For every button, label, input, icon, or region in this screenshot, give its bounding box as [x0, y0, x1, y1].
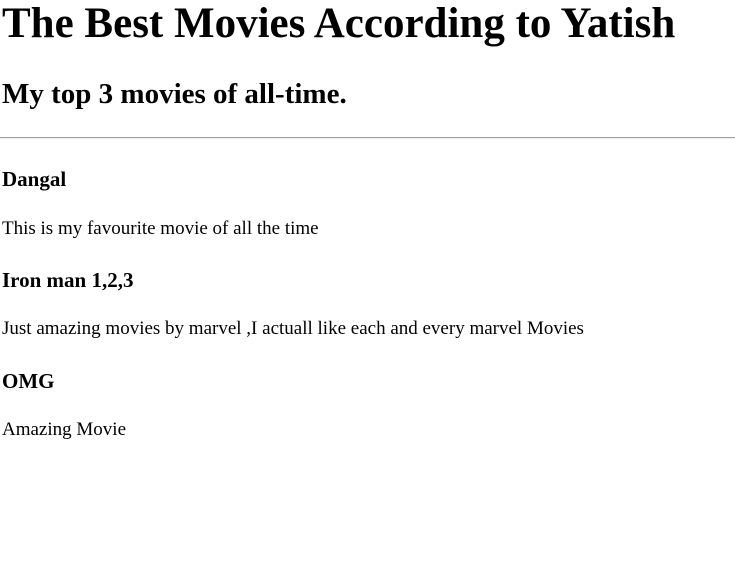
movie-title-omg: OMG	[2, 369, 55, 393]
horizontal-divider	[0, 137, 735, 139]
page-title: The Best Movies According to Yatish	[2, 0, 676, 47]
movie-title-dangal: Dangal	[2, 167, 67, 191]
movie-title-iron-man: Iron man 1,2,3	[2, 268, 134, 292]
movie-description-dangal: This is my favourite movie of all the ti…	[2, 218, 319, 239]
page-subtitle: My top 3 movies of all-time.	[2, 78, 347, 110]
movie-description-iron-man: Just amazing movies by marvel ,I actuall…	[2, 318, 584, 339]
movie-description-omg: Amazing Movie	[2, 419, 127, 440]
